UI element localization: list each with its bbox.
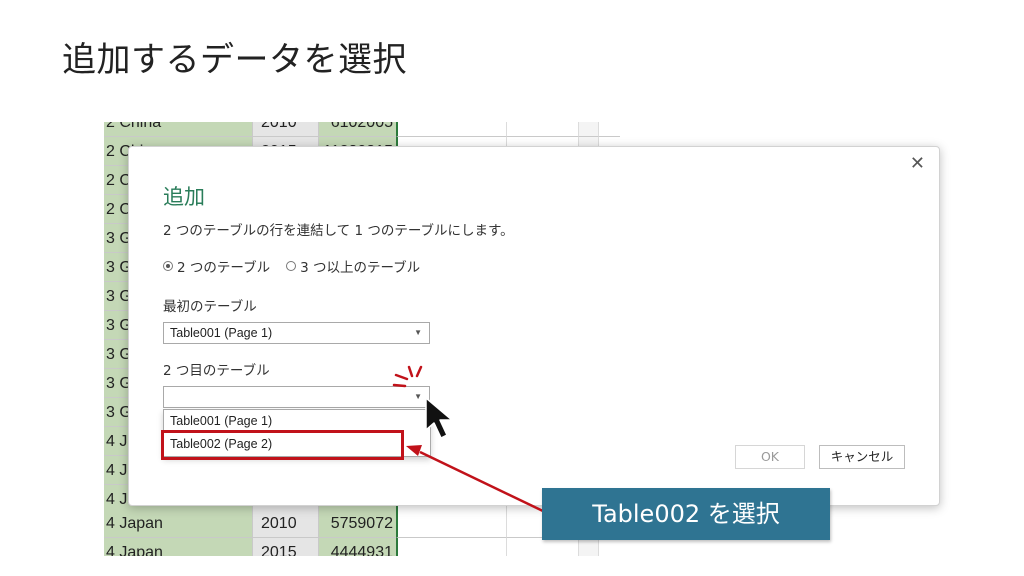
click-burst-icon (392, 365, 423, 388)
mouse-cursor-icon (425, 397, 453, 439)
callout-label: Table002 を選択 (542, 488, 830, 540)
callout-arrow (406, 445, 546, 514)
annotation-overlay (392, 365, 546, 514)
